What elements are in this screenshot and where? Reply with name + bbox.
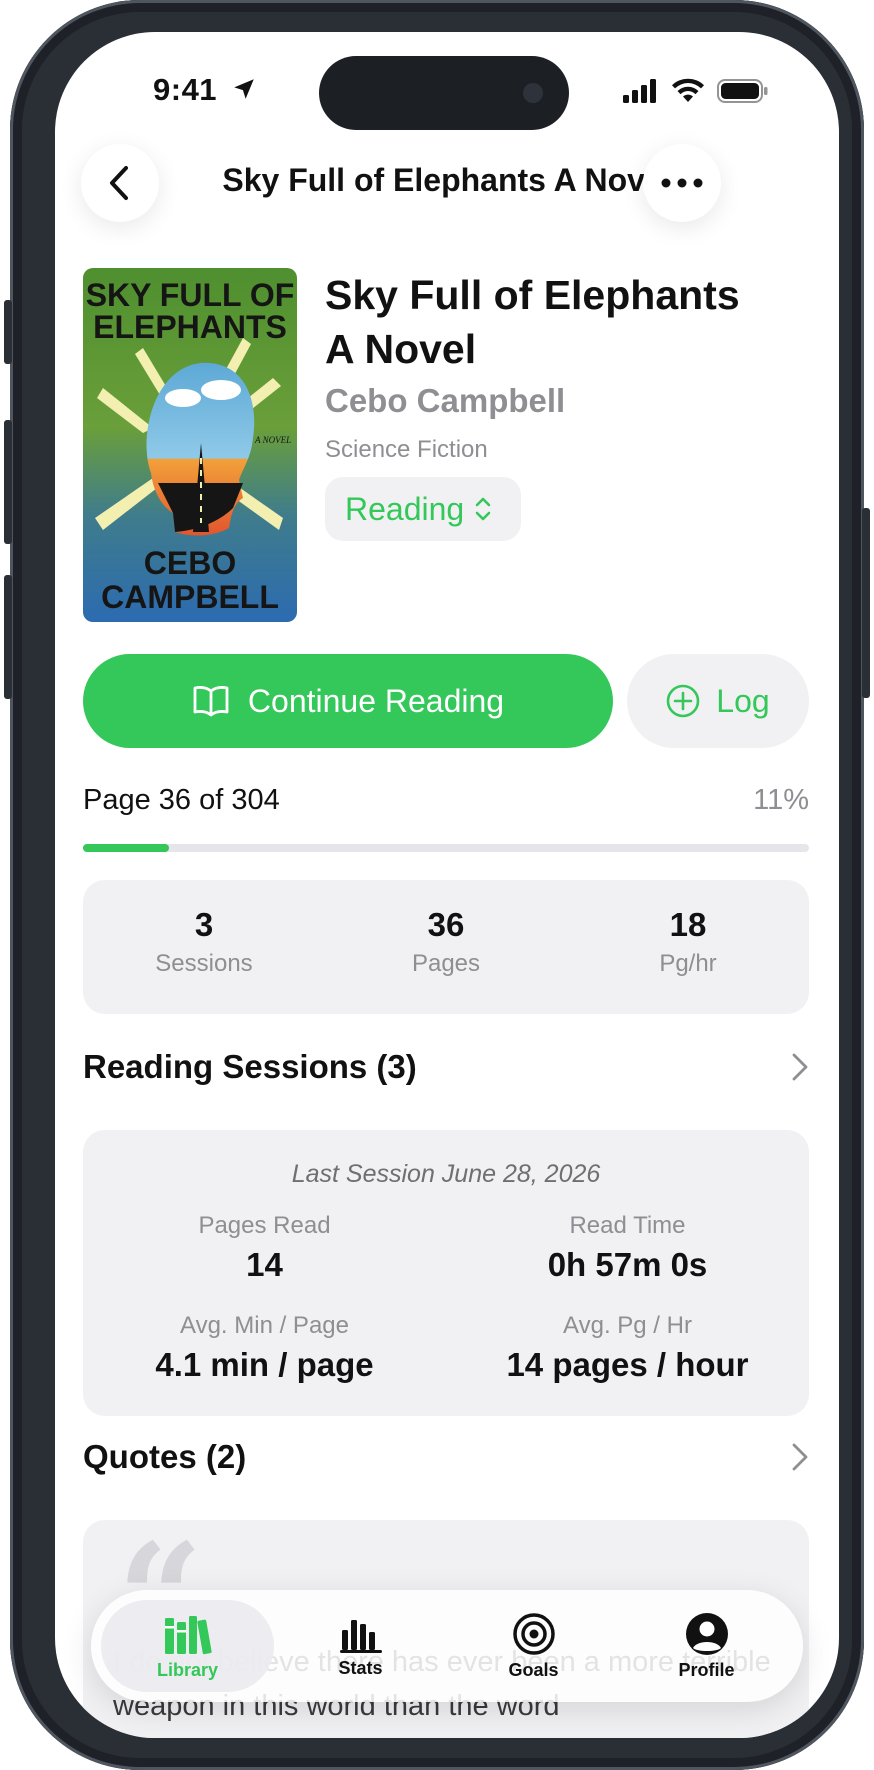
location-arrow-icon — [234, 79, 254, 99]
chevron-right-icon — [792, 1053, 808, 1081]
stats-card: 3 Sessions 36 Pages 18 Pg/hr — [83, 880, 809, 1014]
dynamic-island — [319, 56, 569, 130]
progress-fill — [83, 844, 169, 852]
reading-sessions-header[interactable]: Reading Sessions (3) — [83, 1048, 809, 1086]
metric-label: Avg. Min / Page — [180, 1312, 349, 1339]
last-session-date: Last Session June 28, 2026 — [291, 1160, 601, 1188]
ellipsis-icon — [661, 178, 703, 188]
battery-icon — [717, 79, 768, 103]
cover-title-line2: ELEPHANTS — [93, 309, 287, 345]
chevron-right-icon — [792, 1443, 808, 1471]
status-time: 9:41 — [153, 72, 218, 107]
metric-label: Read Time — [569, 1212, 686, 1239]
progress-label: Page 36 of 304 — [83, 784, 280, 816]
device-frame: 9:41 Sky Full of Elephants A Novel SKY F… — [4, 0, 870, 1770]
metric-avg-pages-hour: Avg. Pg / Hr 14 pages / hour — [446, 1312, 809, 1384]
plus-circle-icon — [666, 684, 700, 718]
cover-title-line1: SKY FULL OF — [86, 277, 295, 313]
goals-icon — [512, 1612, 555, 1655]
tab-goals[interactable]: Goals — [447, 1600, 620, 1692]
wifi-icon — [672, 78, 704, 102]
metric-label: Pages Read — [198, 1212, 331, 1239]
last-session-card[interactable]: Last Session June 28, 2026 Pages Read 14… — [83, 1130, 809, 1416]
stat-label: Sessions — [155, 950, 253, 977]
log-label: Log — [716, 682, 770, 719]
book-author: Cebo Campbell — [325, 382, 566, 419]
tab-stats[interactable]: Stats — [274, 1600, 447, 1692]
metric-value: 14 pages / hour — [506, 1346, 749, 1383]
reading-status-picker[interactable]: Reading — [325, 477, 521, 541]
chevron-up-down-icon — [475, 497, 491, 521]
stat-label: Pg/hr — [659, 950, 717, 977]
status-icons — [623, 78, 769, 104]
tab-library[interactable]: Library — [101, 1600, 274, 1692]
quotes-title: Quotes (2) — [83, 1438, 247, 1475]
progress-bar — [83, 844, 809, 852]
screen: 9:41 Sky Full of Elephants A Novel SKY F… — [55, 32, 839, 1738]
reading-status-label: Reading — [345, 490, 465, 527]
reading-sessions-title: Reading Sessions (3) — [83, 1048, 417, 1085]
volume-up-button — [4, 420, 12, 544]
metric-pages-read: Pages Read 14 — [83, 1212, 446, 1284]
metric-read-time: Read Time 0h 57m 0s — [446, 1212, 809, 1284]
nav-title: Sky Full of Elephants A Novel — [222, 162, 672, 198]
quotes-header[interactable]: Quotes (2) — [83, 1438, 809, 1476]
tab-profile[interactable]: Profile — [620, 1600, 793, 1692]
metric-value: 0h 57m 0s — [547, 1246, 708, 1283]
tab-label: Library — [156, 1659, 219, 1680]
book-cover: SKY FULL OF ELEPHANTS A NOVEL CEBO CAMPB… — [83, 268, 297, 622]
metric-value: 14 — [246, 1246, 283, 1283]
continue-reading-label: Continue Reading — [247, 682, 505, 719]
book-title-line1: Sky Full of Elephants — [325, 272, 740, 318]
tab-label: Profile — [678, 1659, 735, 1680]
chevron-left-icon — [110, 166, 128, 200]
log-button[interactable]: Log — [627, 654, 809, 748]
tab-label: Goals — [508, 1659, 559, 1680]
back-button[interactable] — [81, 144, 159, 222]
stat-value: 36 — [427, 906, 465, 943]
book-title-line2: A Novel — [325, 326, 477, 372]
metric-label: Avg. Pg / Hr — [563, 1312, 692, 1339]
cellular-signal-icon — [623, 79, 656, 103]
stat-pages-per-hour: 18 Pg/hr — [567, 880, 809, 1014]
side-button — [4, 300, 12, 364]
tab-label: Stats — [338, 1657, 383, 1678]
cover-tag: A NOVEL — [254, 435, 291, 445]
book-open-icon — [193, 686, 229, 717]
volume-down-button — [4, 575, 12, 699]
metric-value: 4.1 min / page — [155, 1346, 374, 1383]
cover-author-line2: CAMPBELL — [101, 579, 279, 615]
book-title: Sky Full of Elephants A Novel — [325, 268, 795, 376]
more-button[interactable] — [643, 144, 721, 222]
metric-avg-min-page: Avg. Min / Page 4.1 min / page — [83, 1312, 446, 1384]
book-genre: Science Fiction — [325, 436, 488, 463]
status-bar: 9:41 — [55, 32, 839, 152]
cover-author-line1: CEBO — [144, 545, 236, 581]
stat-label: Pages — [411, 950, 481, 977]
stat-value: 3 — [194, 906, 214, 943]
profile-icon — [685, 1612, 728, 1655]
stat-sessions: 3 Sessions — [83, 880, 325, 1014]
tab-bar: Library Stats Goals Profile — [91, 1590, 803, 1702]
progress-percent: 11% — [753, 784, 809, 816]
stats-icon — [339, 1619, 382, 1653]
stat-value: 18 — [669, 906, 707, 943]
continue-reading-button[interactable]: Continue Reading — [83, 654, 613, 748]
power-button — [862, 508, 870, 698]
stat-pages: 36 Pages — [325, 880, 567, 1014]
library-icon — [164, 1615, 212, 1654]
